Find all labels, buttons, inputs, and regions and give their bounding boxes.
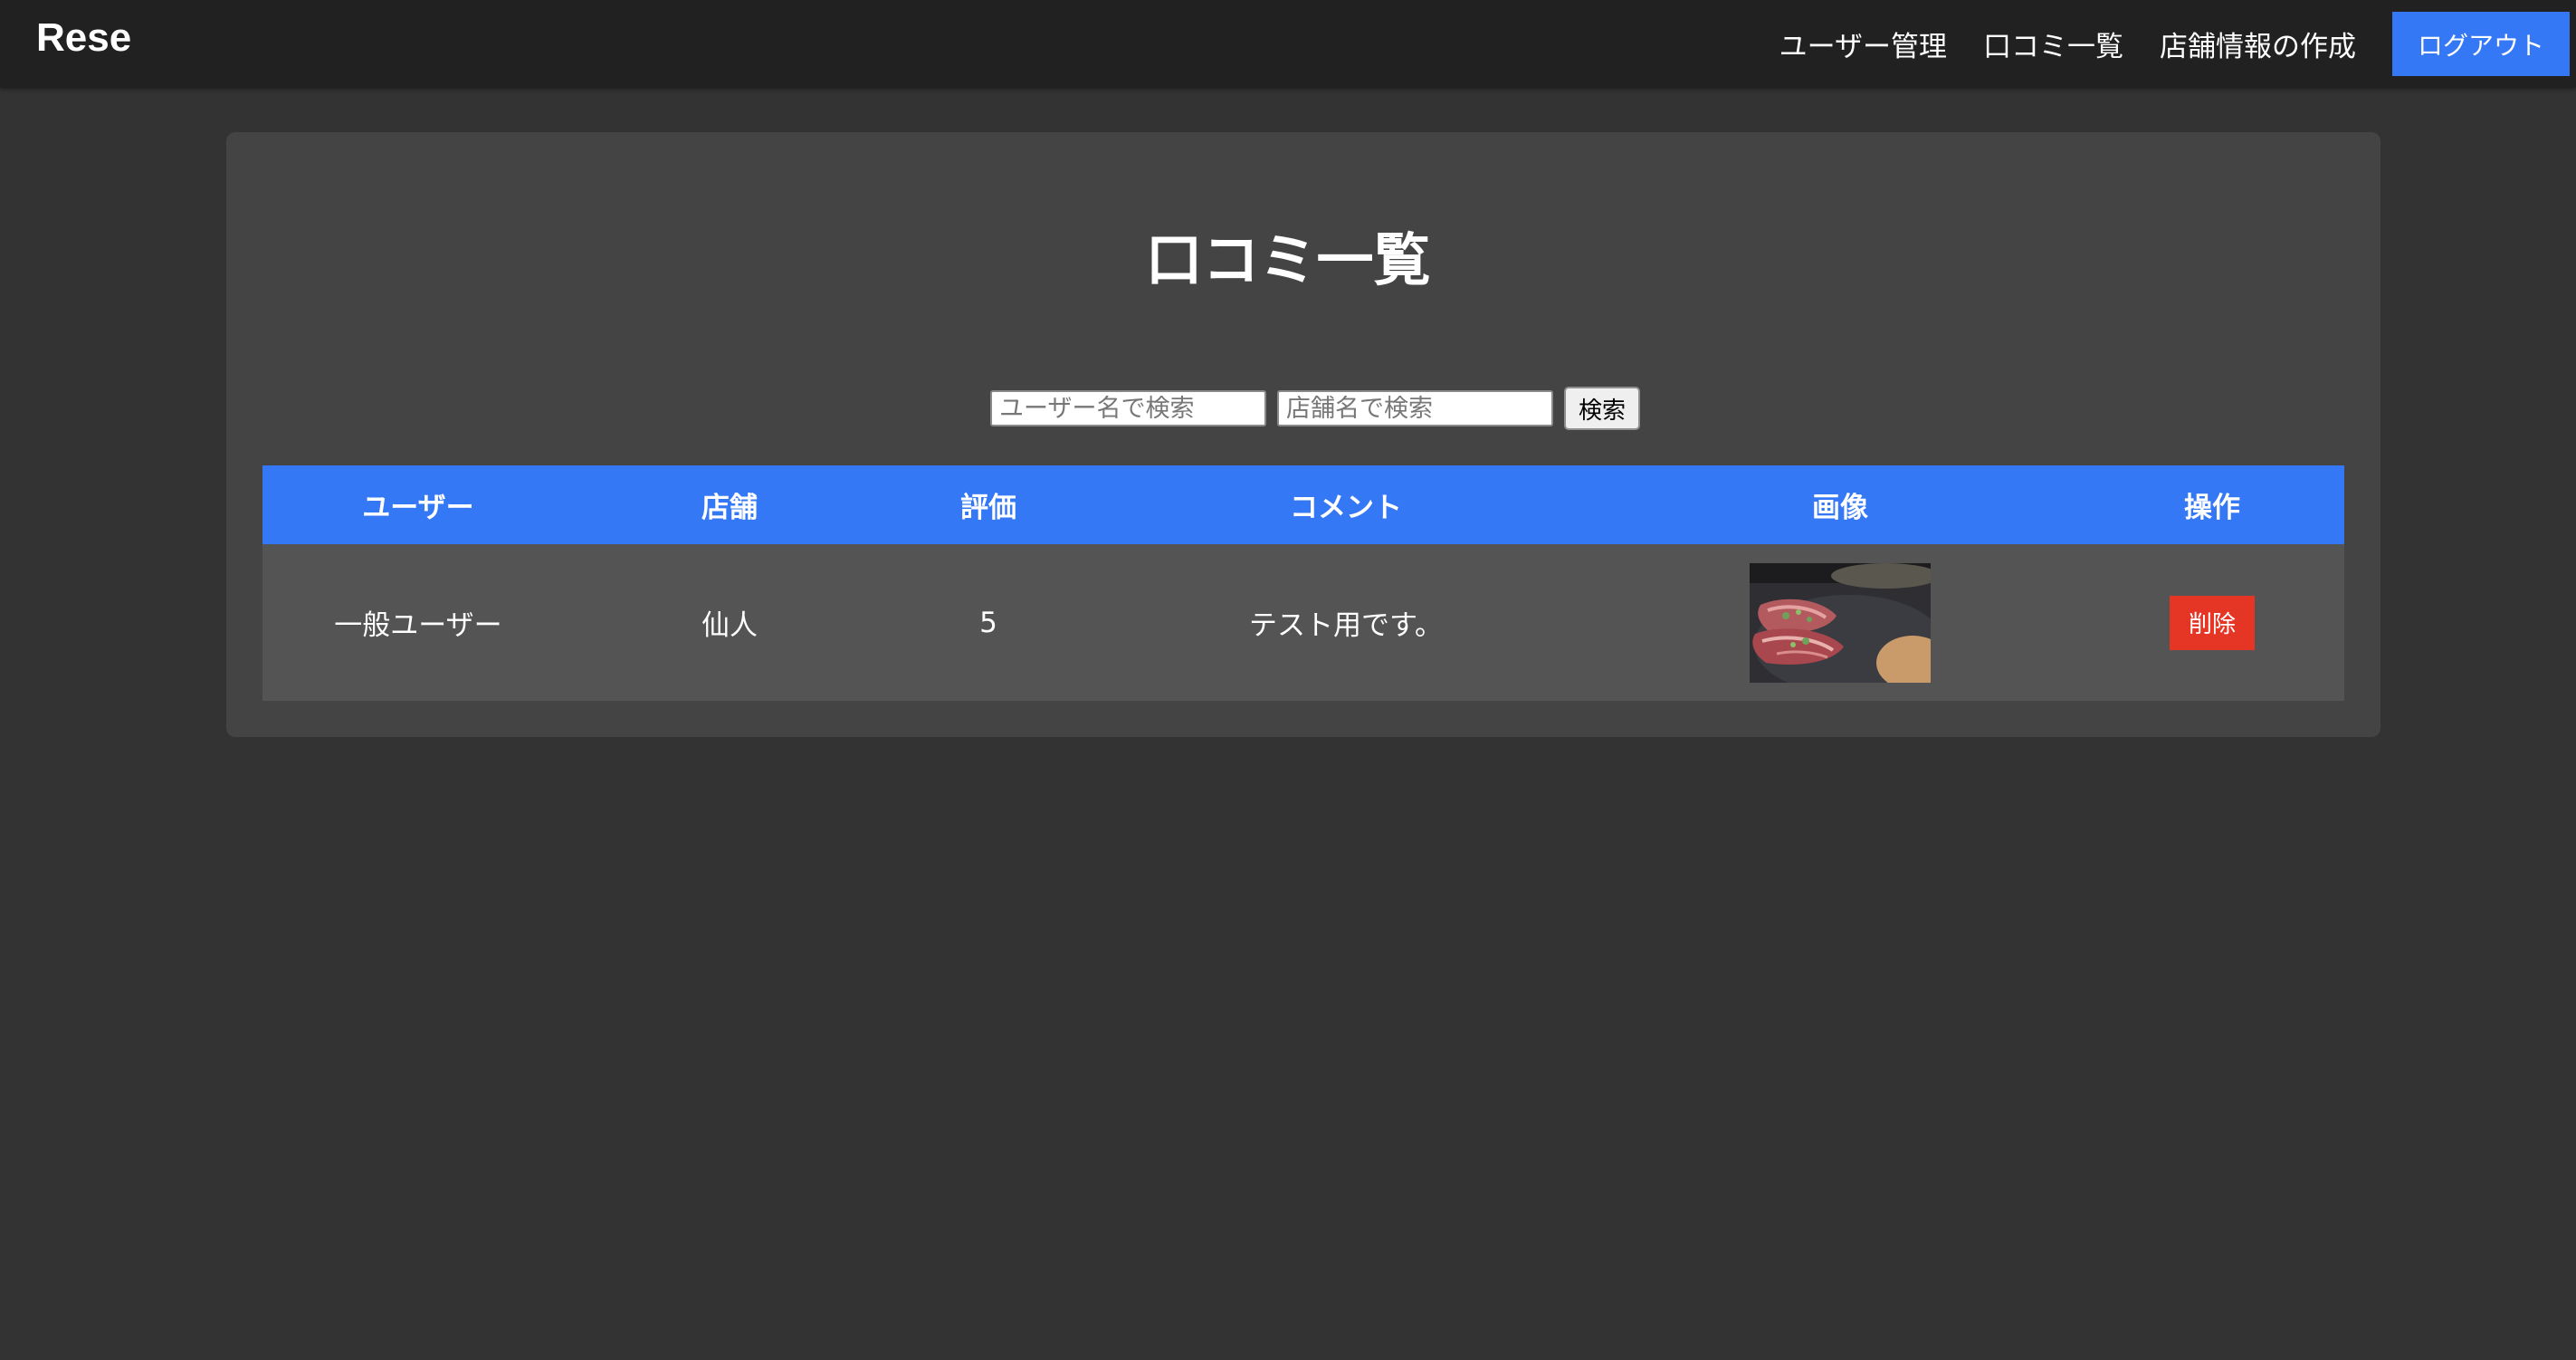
search-button[interactable]: 検索 [1564,387,1640,430]
cell-user: 一般ユーザー [262,544,574,701]
logout-button[interactable]: ログアウト [2392,12,2570,76]
cell-image [1600,544,2080,701]
column-header-comment: コメント [1092,465,1600,544]
nav-user-management[interactable]: ユーザー管理 [1779,24,1947,64]
nav-create-shop[interactable]: 店舗情報の作成 [2160,24,2356,64]
column-header-rating: 評価 [885,465,1092,544]
column-header-shop: 店舗 [574,465,885,544]
food-photo-thumbnail-icon [1750,562,1931,683]
cell-rating: 5 [885,544,1092,701]
page-title: 口コミ一覧 [1145,227,1431,293]
cell-shop: 仙人 [574,544,885,701]
cell-action: 削除 [2080,544,2344,701]
cell-comment: テスト用です。 [1092,544,1600,701]
search-form: 検索 [990,387,1640,430]
user-name-search-input[interactable] [990,390,1266,426]
shop-name-search-input[interactable] [1277,390,1553,426]
table-header-row: ユーザー 店舗 評価 コメント 画像 操作 [262,465,2344,544]
column-header-image: 画像 [1600,465,2080,544]
delete-button[interactable]: 削除 [2170,595,2255,650]
top-header: Rese ユーザー管理 口コミ一覧 店舗情報の作成 ログアウト [0,0,2576,88]
reviews-table: ユーザー 店舗 評価 コメント 画像 操作 一般ユーザー 仙人 5 テスト用です… [262,465,2344,701]
column-header-action: 操作 [2080,465,2344,544]
main-nav: ユーザー管理 口コミ一覧 店舗情報の作成 ログアウト [1779,0,2570,88]
table-row: 一般ユーザー 仙人 5 テスト用です。 削除 [262,544,2344,701]
nav-review-list[interactable]: 口コミ一覧 [1983,24,2123,64]
column-header-user: ユーザー [262,465,574,544]
app-logo[interactable]: Rese [36,13,131,63]
